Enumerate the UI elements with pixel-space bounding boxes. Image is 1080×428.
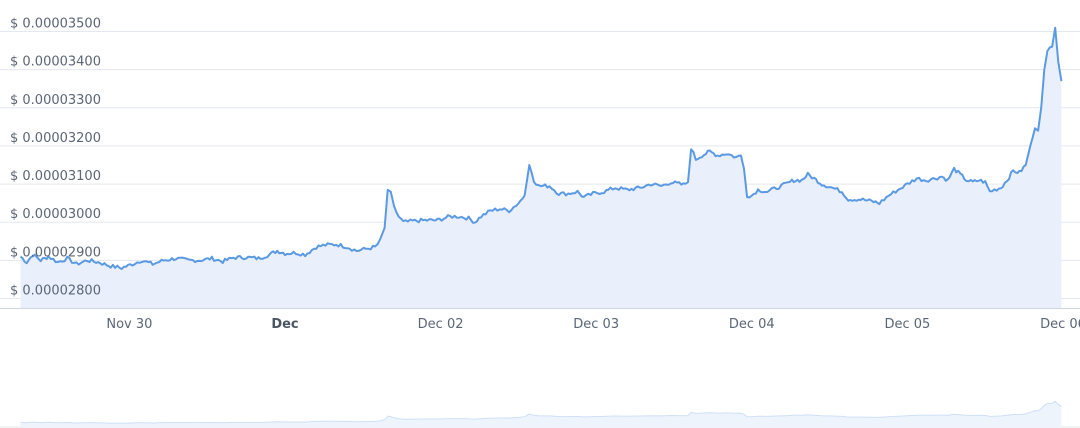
y-tick-label: $ 0.00003300 [10, 93, 101, 108]
y-axis-ticks: $ 0.00003500 $ 0.00003400 $ 0.00003300 $ 0.… [10, 17, 101, 299]
x-tick-label: Dec 05 [884, 317, 930, 332]
navigator-area [20, 401, 1062, 427]
y-tick-label: $ 0.00003500 [10, 17, 101, 32]
x-tick-label: Dec [271, 317, 298, 332]
y-tick-label: $ 0.00003200 [10, 131, 101, 146]
price-chart-svg: $ 0.00003500 $ 0.00003400 $ 0.00003300 $ 0.… [0, 17, 1080, 428]
x-tick-label: Dec 02 [418, 317, 464, 332]
x-axis-ticks: Nov 30 Dec Dec 02 Dec 03 Dec 04 Dec 05 Dec 06 [106, 317, 1080, 332]
x-tick-label: Nov 30 [106, 317, 152, 332]
y-tick-label: $ 0.00002900 [10, 245, 101, 260]
x-tick-label: Dec 04 [729, 317, 775, 332]
y-tick-label: $ 0.00003000 [10, 207, 101, 222]
price-chart: $ 0.00003500 $ 0.00003400 $ 0.00003300 $ 0.… [0, 0, 1080, 428]
y-tick-label: $ 0.00002800 [10, 283, 101, 298]
x-tick-label: Dec 03 [573, 317, 619, 332]
y-tick-label: $ 0.00003100 [10, 169, 101, 184]
y-tick-label: $ 0.00003400 [10, 55, 101, 70]
x-tick-label: Dec 06 [1040, 317, 1080, 332]
range-navigator[interactable] [0, 400, 1080, 428]
